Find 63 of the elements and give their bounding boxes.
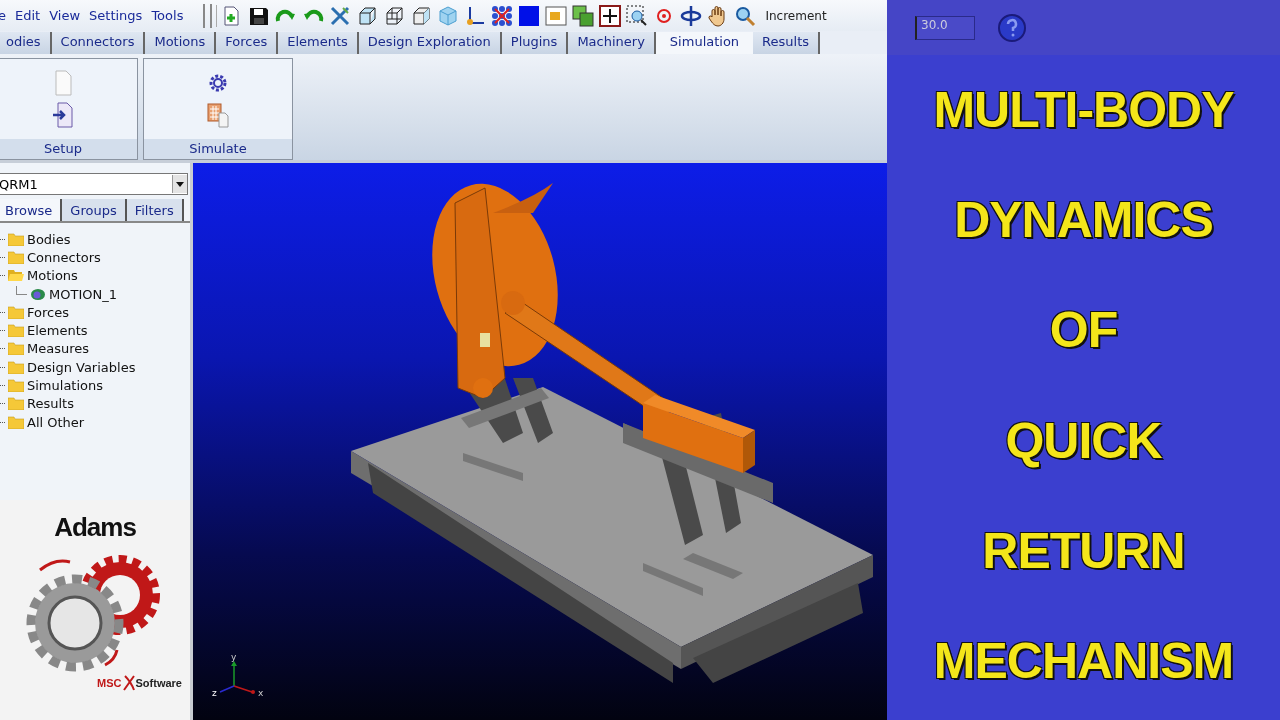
tree-item[interactable]: Forces <box>0 303 190 322</box>
axis-label: z <box>212 688 217 698</box>
headline-text: OF <box>1049 301 1118 360</box>
toolbar-grip[interactable] <box>203 3 213 28</box>
motion-icon <box>30 287 46 301</box>
headline-text: RETURN <box>982 521 1185 580</box>
headline-text: DYNAMICS <box>954 191 1213 250</box>
overlapping-squares-icon[interactable] <box>572 4 595 27</box>
tree-item[interactable]: Connectors <box>0 248 190 267</box>
axis-label: x <box>258 688 264 698</box>
menu-item[interactable]: Tools <box>151 8 184 23</box>
import-document-icon[interactable] <box>52 102 74 128</box>
ribbon-tab[interactable]: Machinery <box>568 32 656 54</box>
front-view-icon[interactable] <box>356 4 379 27</box>
increment-label: Increment <box>765 8 827 23</box>
tools-icon[interactable] <box>329 4 352 27</box>
ribbon-tab[interactable]: Results <box>753 32 821 54</box>
node-grid-icon[interactable] <box>491 4 514 27</box>
ribbon-tab[interactable]: Elements <box>278 32 359 54</box>
wireframe-view-icon[interactable] <box>383 4 406 27</box>
tree-item[interactable]: Motions <box>0 266 190 285</box>
tree-item[interactable]: Measures <box>0 339 190 359</box>
ribbon-tab[interactable]: Design Exploration <box>358 32 502 54</box>
rotate-icon[interactable] <box>680 4 703 27</box>
tree-item[interactable]: Elements <box>0 321 190 340</box>
ribbon-tab[interactable]: Forces <box>216 32 279 54</box>
zoom-box-icon[interactable] <box>626 4 649 27</box>
calculator-icon[interactable] <box>207 102 229 128</box>
side-view-icon[interactable] <box>410 4 433 27</box>
ribbon-group-label[interactable]: Setup <box>0 139 137 159</box>
square-icon[interactable] <box>518 4 541 27</box>
tree-item[interactable]: Design Variables <box>0 358 190 377</box>
menu-item[interactable]: Settings <box>89 8 143 23</box>
ribbon-tab[interactable]: Simulation <box>655 32 754 54</box>
menu-item[interactable]: Edit <box>15 8 41 23</box>
model-dropdown[interactable]: QRM1 <box>0 173 188 195</box>
headline-text: QUICK <box>1005 411 1162 470</box>
vendor-logo-text: MSC <box>97 677 122 689</box>
increment-field[interactable]: 30.0 <box>915 15 975 40</box>
menu-item[interactable]: View <box>49 8 81 23</box>
axis-label: y <box>231 652 237 662</box>
ribbon-tab[interactable]: Plugins <box>501 32 569 54</box>
headline-text: MULTI-BODY <box>933 81 1234 140</box>
product-logo-text: Adams <box>54 512 136 543</box>
tree-item[interactable]: Results <box>0 394 190 413</box>
ribbon-group-label[interactable]: Simulate <box>144 139 292 159</box>
ribbon-tab[interactable]: Motions <box>145 32 217 54</box>
tree-item[interactable]: Simulations <box>0 376 190 395</box>
headline-text: MECHANISM <box>933 631 1234 690</box>
help-icon[interactable] <box>997 12 1027 43</box>
vendor-logo-text: Software <box>135 677 182 689</box>
browser-tab[interactable]: Filters <box>126 199 184 221</box>
browser-tab[interactable]: Browse <box>0 199 63 221</box>
browser-tab[interactable]: Groups <box>62 199 127 221</box>
ribbon-tab[interactable]: odies <box>0 32 52 54</box>
tree-item[interactable]: All Other <box>0 412 190 432</box>
dropdown-arrow-icon[interactable] <box>176 181 184 187</box>
magnifier-icon[interactable] <box>734 4 757 27</box>
coordinate-axes-drawing <box>219 661 255 694</box>
tree-item[interactable]: Bodies <box>0 230 190 249</box>
ribbon-tab[interactable]: Connectors <box>51 32 146 54</box>
tree-item[interactable]: MOTION_1 <box>0 284 190 304</box>
axes-icon[interactable] <box>464 4 487 27</box>
